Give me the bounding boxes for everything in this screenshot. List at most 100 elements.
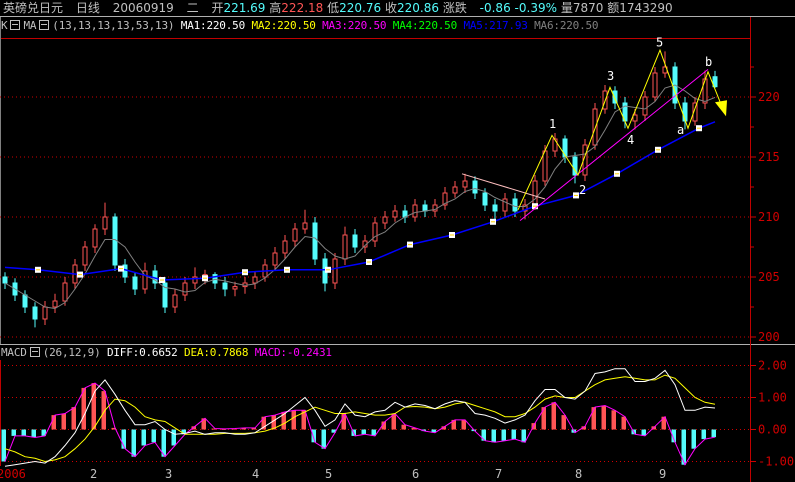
amount-label: 额 bbox=[607, 1, 620, 15]
ma4-value: MA4:220.50 bbox=[392, 19, 458, 32]
ma5-value: MA5:217.93 bbox=[463, 19, 528, 32]
diff-value: DIFF:0.6652 bbox=[106, 346, 178, 359]
ma6-value: MA6:220.50 bbox=[534, 19, 599, 32]
macd-bar-positive bbox=[561, 415, 566, 430]
candlesticks bbox=[2, 51, 718, 328]
macd-tick-label: 0.00 bbox=[758, 423, 787, 437]
price-tick-label: 205 bbox=[758, 270, 780, 284]
close-label: 收 bbox=[384, 1, 397, 15]
candle-down bbox=[22, 294, 28, 308]
macd-bar-positive bbox=[601, 405, 606, 430]
time-tick-label: 6 bbox=[412, 467, 419, 481]
time-tick-label: 4 bbox=[252, 467, 259, 481]
low-label: 低 bbox=[327, 1, 340, 15]
macd-outline bbox=[4, 382, 716, 466]
macd-bar-negative bbox=[151, 429, 156, 443]
wave-label: 4 bbox=[627, 133, 634, 147]
candle-down bbox=[512, 198, 518, 212]
wave-label: a bbox=[677, 123, 684, 137]
candle-down bbox=[422, 204, 428, 212]
macd-bar-negative bbox=[361, 429, 366, 435]
time-tick-label: 8 bbox=[575, 467, 582, 481]
change-percent: -0.39% bbox=[514, 1, 557, 15]
weekday: 二 bbox=[186, 1, 199, 15]
high-value: 222.18 bbox=[281, 1, 324, 15]
macd-bar-positive bbox=[541, 407, 546, 430]
candle-up bbox=[502, 198, 508, 212]
macd-bar-negative bbox=[491, 429, 496, 443]
macd-bar-negative bbox=[311, 429, 316, 443]
candle-up bbox=[412, 204, 418, 218]
ma2-value: MA2:220.50 bbox=[251, 19, 316, 32]
candle-up bbox=[102, 216, 108, 230]
candle-up bbox=[652, 72, 658, 98]
candle-up bbox=[92, 228, 98, 248]
macd-bar-negative bbox=[21, 429, 26, 436]
candle-up bbox=[82, 246, 88, 266]
macd-bar-negative bbox=[501, 429, 506, 441]
open-label: 开 bbox=[211, 1, 224, 15]
ma-params[interactable]: (13,13,13,13,53,13) bbox=[52, 19, 174, 32]
candle-up bbox=[342, 234, 348, 260]
macd-name: MACD bbox=[1, 346, 27, 359]
candle-up bbox=[42, 306, 48, 320]
time-tick-label: 5 bbox=[325, 467, 332, 481]
macd-bar-positive bbox=[291, 410, 296, 430]
candle-up bbox=[272, 252, 278, 266]
collapse-macd-icon[interactable] bbox=[29, 347, 40, 357]
price-tick-label: 200 bbox=[758, 330, 780, 344]
candle-up bbox=[592, 108, 598, 146]
wave-arrow-icon bbox=[715, 100, 727, 117]
macd-bar-negative bbox=[521, 429, 526, 443]
macd-legend: MACD (26,12,9) DIFF:0.6652 DEA:0.7868 MAC… bbox=[1, 345, 332, 360]
macd-bar-positive bbox=[461, 419, 466, 430]
candle-up bbox=[292, 228, 298, 242]
macd-bar-negative bbox=[131, 429, 136, 457]
dea-line bbox=[4, 374, 716, 463]
candle-up bbox=[452, 186, 458, 194]
macd-bar-positive bbox=[551, 402, 556, 430]
macd-bar-negative bbox=[701, 429, 706, 440]
candle-up bbox=[172, 294, 178, 308]
candle-down bbox=[352, 234, 358, 248]
candle-up bbox=[282, 240, 288, 254]
macd-value: MACD:-0.2431 bbox=[254, 346, 332, 359]
amount-value: 1743290 bbox=[619, 1, 673, 15]
candle-up bbox=[62, 282, 68, 302]
macd-params[interactable]: (26,12,9) bbox=[43, 346, 101, 359]
open-value: 221.69 bbox=[223, 1, 266, 15]
ma-name: MA bbox=[23, 19, 37, 32]
period: 日线 bbox=[75, 1, 100, 15]
indicator-lines: 1 2 3 4 5 a b bbox=[4, 36, 727, 310]
time-tick-label: 2 bbox=[90, 467, 97, 481]
diff-line bbox=[4, 368, 716, 467]
ma1-value: MA1:220.50 bbox=[180, 19, 245, 32]
gridlines bbox=[0, 96, 750, 462]
candle-up bbox=[702, 78, 708, 104]
macd-bar-negative bbox=[1, 429, 6, 462]
dea-value: DEA:0.7868 bbox=[184, 346, 249, 359]
time-tick-label: 7 bbox=[495, 467, 502, 481]
close-value: 220.86 bbox=[396, 1, 439, 15]
candle-down bbox=[2, 276, 8, 284]
candle-down bbox=[312, 222, 318, 260]
time-tick-label: 2006 bbox=[0, 467, 26, 481]
axis-labels: 200 205 210 215 220 2.00 1.00 0.00 -1.00 2006 2 3 4 5… bbox=[0, 66, 794, 481]
macd-bar-negative bbox=[11, 429, 16, 436]
macd-bar-positive bbox=[621, 416, 626, 430]
quote-header: 英磅兑日元 日线 20060919 二 开221.69 高222.18 低220… bbox=[3, 0, 673, 16]
candle-down bbox=[682, 102, 688, 122]
macd-bar-negative bbox=[691, 429, 696, 449]
chart-canvas[interactable]: 1 2 3 4 5 a b 200 205 210 215 220 2.00 1.00 0.00 -1.00… bbox=[0, 0, 795, 482]
collapse-ma-icon[interactable] bbox=[39, 20, 50, 30]
candle-up bbox=[462, 180, 468, 188]
candle-up bbox=[182, 282, 188, 296]
candle-down bbox=[32, 306, 38, 320]
collapse-k-icon[interactable] bbox=[10, 20, 21, 30]
candle-down bbox=[492, 204, 498, 212]
macd-bar-negative bbox=[511, 429, 516, 440]
macd-bar-negative bbox=[321, 429, 326, 449]
macd-bar-positive bbox=[71, 407, 76, 430]
ma5-line bbox=[4, 121, 716, 281]
ma3-value: MA3:220.50 bbox=[322, 19, 387, 32]
